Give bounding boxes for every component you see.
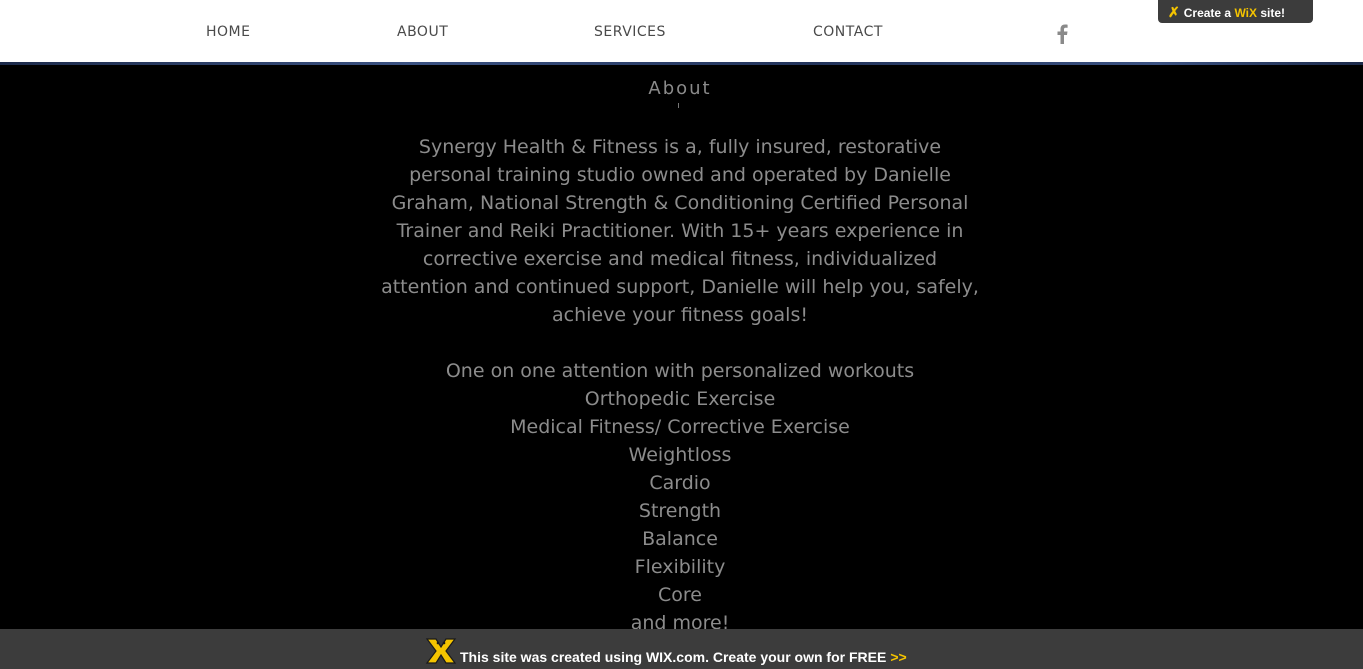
list-item: Core	[658, 584, 702, 606]
create-wix-site-badge[interactable]: ✗ Create a WiX site!	[1158, 0, 1313, 23]
about-heading: About	[648, 78, 712, 99]
nav-item-home[interactable]: HOME	[206, 24, 250, 40]
facebook-icon[interactable]	[1055, 24, 1069, 44]
about-heading-marker	[678, 103, 679, 108]
wix-banner-message: This site was created using WIX.com. Cre…	[460, 649, 887, 665]
wix-banner-text[interactable]: This site was created using WIX.com. Cre…	[460, 649, 907, 665]
page: HOME ABOUT SERVICES CONTACT ✗ Create a Wi…	[0, 0, 1363, 669]
list-item: One on one attention with personalized w…	[445, 360, 915, 382]
list-item: Weightloss	[628, 444, 732, 466]
list-item: Orthopedic Exercise	[584, 388, 776, 410]
wix-promo-banner[interactable]: This site was created using WIX.com. Cre…	[0, 629, 1363, 669]
list-item: Flexibility	[634, 556, 726, 578]
wix-badge-prefix: Create a	[1183, 6, 1235, 20]
site-header: HOME ABOUT SERVICES CONTACT ✗ Create a Wi…	[0, 0, 1363, 62]
list-item: Balance	[642, 528, 718, 550]
wix-logo-icon: ✗	[1168, 4, 1180, 20]
header-divider	[0, 62, 1363, 65]
double-arrow-icon: >>	[890, 649, 907, 665]
about-paragraph: Synergy Health & Fitness is a, fully ins…	[381, 136, 979, 326]
wix-badge-brand: WiX	[1234, 6, 1257, 20]
nav-item-contact[interactable]: CONTACT	[813, 24, 883, 40]
list-item: Strength	[638, 500, 722, 522]
wix-mascot-icon	[424, 635, 458, 665]
services-list: One on one attention with personalized w…	[380, 357, 980, 637]
nav-item-about[interactable]: ABOUT	[397, 24, 448, 40]
list-item: Medical Fitness/ Corrective Exercise	[510, 416, 850, 438]
wix-badge-suffix: site!	[1257, 6, 1286, 20]
list-item: Cardio	[649, 472, 711, 494]
nav-item-services[interactable]: SERVICES	[594, 24, 666, 40]
about-description: Synergy Health & Fitness is a, fully ins…	[380, 133, 980, 329]
